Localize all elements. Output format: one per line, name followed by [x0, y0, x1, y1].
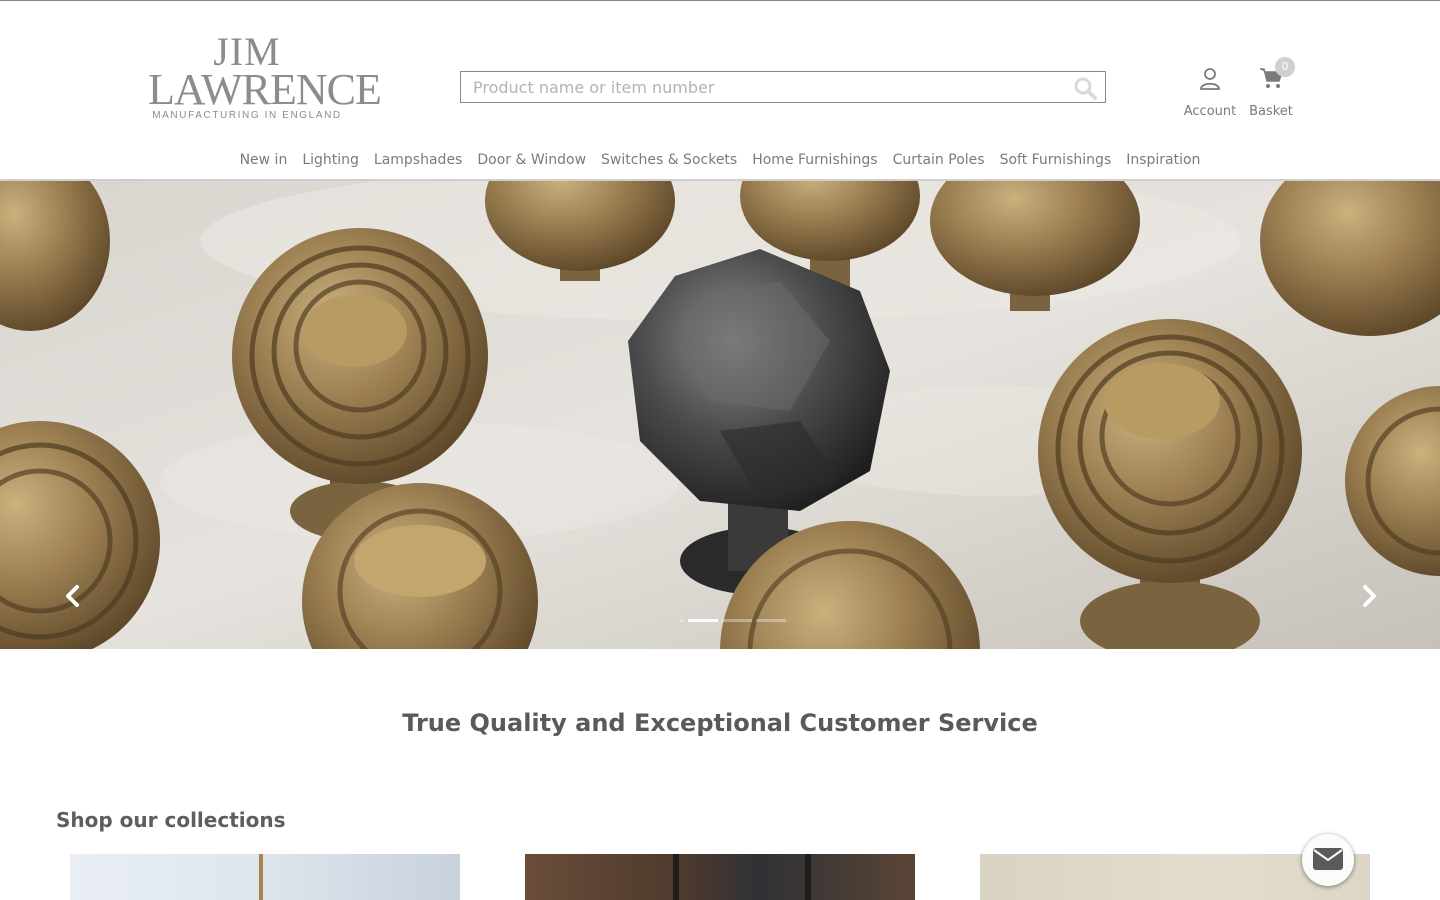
main-nav: New in Lighting Lampshades Door & Window… — [0, 146, 1440, 174]
basket-count-badge: 0 — [1275, 57, 1295, 77]
carousel-prev-button[interactable] — [58, 581, 88, 611]
nav-item-home-furnishings[interactable]: Home Furnishings — [752, 146, 877, 174]
logo-line-2: LAWRENCE — [148, 65, 382, 114]
collection-card-2[interactable] — [525, 854, 915, 900]
carousel-dot-1[interactable] — [680, 619, 684, 622]
search-input[interactable] — [461, 72, 1061, 102]
nav-item-soft-furnishings[interactable]: Soft Furnishings — [1000, 146, 1112, 174]
nav-item-new-in[interactable]: New in — [240, 146, 288, 174]
account-label: Account — [1183, 104, 1237, 119]
basket-label: Basket — [1249, 104, 1293, 119]
account-button[interactable]: Account — [1180, 64, 1240, 119]
nav-item-inspiration[interactable]: Inspiration — [1126, 146, 1200, 174]
logo-tagline: MANUFACTURING IN ENGLAND — [152, 110, 342, 121]
nav-item-switches-sockets[interactable]: Switches & Sockets — [601, 146, 737, 174]
carousel-dot-4[interactable] — [756, 619, 786, 622]
collection-card-1[interactable] — [70, 854, 460, 900]
top-border — [0, 0, 1440, 1]
nav-item-curtain-poles[interactable]: Curtain Poles — [893, 146, 985, 174]
carousel-next-button[interactable] — [1354, 581, 1384, 611]
collection-image — [673, 854, 811, 900]
carousel-indicators — [680, 619, 786, 623]
nav-item-lighting[interactable]: Lighting — [302, 146, 359, 174]
carousel-dot-3[interactable] — [722, 619, 752, 622]
collection-image — [259, 854, 263, 900]
brand-logo[interactable]: JIM LAWRENCE MANUFACTURING IN ENGLAND — [148, 30, 382, 124]
search-bar — [460, 71, 1106, 103]
hero-carousel[interactable] — [0, 181, 1440, 649]
user-icon — [1198, 66, 1222, 90]
chevron-right-icon — [1363, 585, 1376, 607]
search-icon[interactable] — [1073, 76, 1097, 100]
page-tagline: True Quality and Exceptional Customer Se… — [402, 709, 1038, 737]
nav-item-lampshades[interactable]: Lampshades — [374, 146, 462, 174]
collections-heading: Shop our collections — [56, 808, 286, 832]
chat-button[interactable] — [1302, 834, 1354, 886]
nav-item-door-window[interactable]: Door & Window — [477, 146, 586, 174]
hero-image — [0, 181, 1440, 649]
envelope-icon — [1313, 848, 1343, 870]
carousel-dot-2[interactable] — [688, 619, 718, 622]
chevron-left-icon — [66, 585, 79, 607]
